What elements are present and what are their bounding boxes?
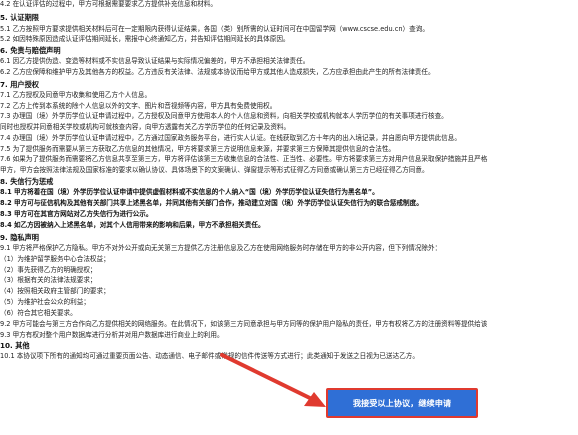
agreement-line: 8.4 如乙方因被纳入上述黑名单，对其个人信用带来的影响和后果，甲方不承担相关责… (0, 221, 265, 229)
agreement-line: 5.2 如因特殊原因造成认证评估期间延长，需报中心终通知乙方，并告知评估期间延长… (0, 35, 290, 43)
agreement-line: （3）根据有关的法律法规要求； (0, 276, 97, 284)
agreement-line: 10.1 本协议项下所有的通知均可通过重要页面公告、动态通信、电子邮件或常规的信… (0, 352, 419, 360)
agreement-line: 8.2 甲方可与征信机构及其他有关部门共享上述黑名单，并同其他有关部门合作，推动… (0, 199, 423, 207)
agreement-line: （2）事先获得乙方的明确授权； (0, 266, 97, 274)
agreement-line: 9.1 甲方将严格保护乙方隐私。甲方不对外公开或向无关第三方提供乙方注册信息及乙… (0, 244, 442, 252)
accept-agreement-button[interactable]: 我接受以上协议，继续申请 (326, 388, 478, 418)
agreement-line: 6.2 乙方应保障和维护甲方及其他各方的权益。乙方违反有关法律、法规或本协议而给… (0, 68, 435, 76)
section-heading: 9. 隐私声明 (0, 233, 39, 242)
section-heading: 8. 失信行为惩戒 (0, 177, 54, 186)
agreement-line: （1）为维护留学服务中心合法权益； (0, 255, 110, 263)
agreement-line: 7.6 如果为了提供服务而需要将乙方信息共享至第三方，甲方将评估该第三方收集信息… (0, 155, 488, 163)
agreement-line: 7.1 乙方授权及同意甲方收集和使用乙方个人信息。 (0, 91, 152, 99)
agreement-line: 同时也授权并同意相关学校或机构可就核查内容，向甲方透露有关乙方学历学位的任何记录… (0, 123, 291, 131)
agreement-line: 8.3 甲方可在其官方网站对乙方失信行为进行公示。 (0, 210, 153, 218)
agreement-line: 7.5 为了提供服务而需要从第三方获取乙方信息的其他情况，甲方将要求第三方说明信… (0, 145, 396, 153)
section-heading: 7. 用户授权 (0, 80, 39, 89)
agreement-line: 甲方，甲方会按照法律法规及国家标准的要求以确认协议、具体场景下的文案确认、弹窗提… (0, 166, 429, 174)
agreement-line: 9.3 甲方有权对整个用户数据库进行分析并对用户数据库进行商业上的利用。 (0, 331, 224, 339)
agreement-line: 6.1 因乙方提供伪造、变造等材料或不实信息导致认证结果与实际情况偏差的，甲方不… (0, 57, 310, 65)
agreement-line: 7.3 办理国（境）外学历学位认证申请过程中，乙方授权及同意甲方使用本人的个人信… (0, 112, 448, 120)
section-heading: 5. 认证期限 (0, 13, 39, 22)
section-heading: 6. 免责与赔偿声明 (0, 46, 61, 55)
agreement-line: （6）符合其它相关要求。 (0, 309, 77, 317)
section-heading: 10. 其他 (0, 341, 30, 350)
agreement-line: 7.2 乙方上传到本系统的除个人信息以外的文字、图片和音视频等内容，甲方具有免费… (0, 102, 277, 110)
agreement-line: 5.1 乙方按照甲方要求提供相关材料后可在一定期限内获得认证结果，各国（类）别所… (0, 25, 429, 33)
agreement-document: 4.2 在认证评估的过程中，甲方可根据需要要求乙方提供补充信息和材料。 5. 认证… (0, 0, 578, 435)
agreement-line: 9.2 甲方可能会与第三方合作向乙方提供相关的网络服务。在此情况下，如该第三方同… (0, 320, 488, 328)
agreement-line: （4）按照相关政府主管部门的要求； (0, 287, 110, 295)
agreement-line: 8.1 甲方将着在国（境）外学历学位认证申请中提供虚假材料或不实信息的个人纳入“… (0, 188, 379, 196)
agreement-line: 7.4 办理国（境）外学历学位认证申请过程中，乙方通过国家政务服务平台，进行实人… (0, 134, 461, 142)
agreement-line: （5）为维护社会公众的利益； (0, 298, 90, 306)
agreement-line: 4.2 在认证评估的过程中，甲方可根据需要要求乙方提供补充信息和材料。 (0, 0, 217, 8)
